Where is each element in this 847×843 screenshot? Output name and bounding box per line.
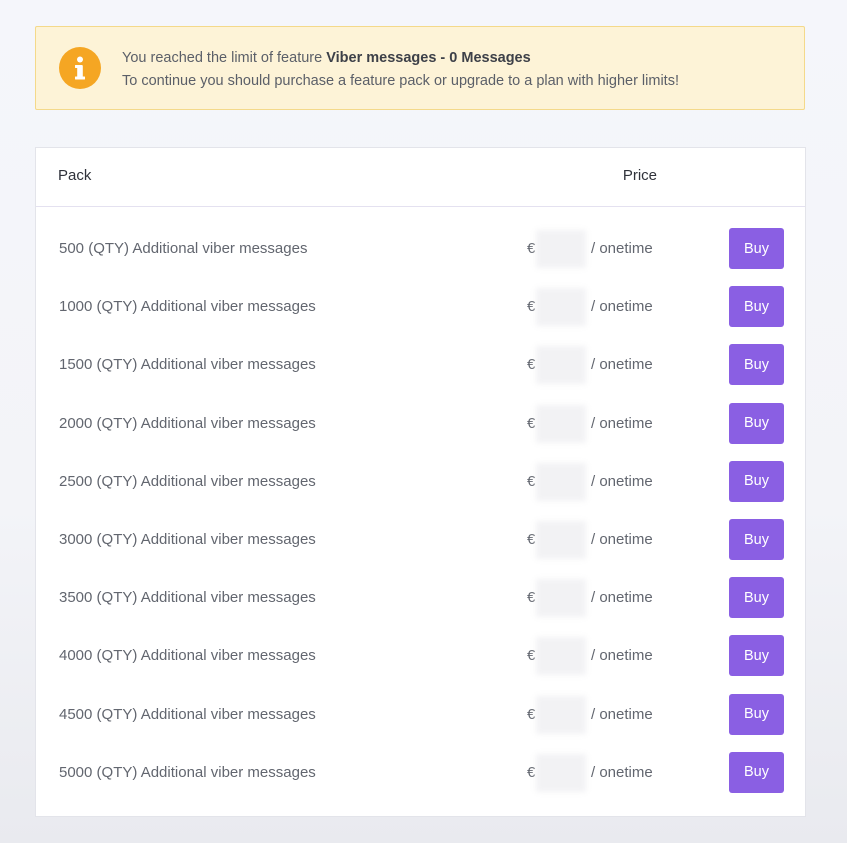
alert-line-1-prefix: You reached the limit of feature xyxy=(122,50,327,66)
price-amount-redacted xyxy=(536,753,586,792)
price-period: / onetime xyxy=(591,589,653,607)
table-row: 1500 (QTY) Additional viber messages € / o… xyxy=(36,336,805,394)
table-row: 2000 (QTY) Additional viber messages € / o… xyxy=(36,395,805,453)
alert-feature-name: Viber messages - 0 Messages xyxy=(326,50,531,66)
buy-button[interactable]: Buy xyxy=(729,460,784,502)
pack-name: 4500 (QTY) Additional viber messages xyxy=(59,705,316,723)
buy-button[interactable]: Buy xyxy=(729,519,784,560)
pack-name: 3500 (QTY) Additional viber messages xyxy=(59,589,316,607)
alert-line-1: You reached the limit of feature Viber m… xyxy=(122,47,679,70)
price-amount-redacted xyxy=(536,230,586,268)
pack-name: 4000 (QTY) Additional viber messages xyxy=(59,647,316,665)
pack-name: 1500 (QTY) Additional viber messages xyxy=(59,356,316,374)
buy-button[interactable]: Buy xyxy=(729,635,784,677)
price-period: / onetime xyxy=(591,298,653,316)
price-amount-redacted xyxy=(536,288,586,327)
alert-line-2: To continue you should purchase a featur… xyxy=(122,73,679,89)
table-row: 500 (QTY) Additional viber messages € / on… xyxy=(36,220,805,278)
buy-button[interactable]: Buy xyxy=(729,751,784,793)
pack-name: 5000 (QTY) Additional viber messages xyxy=(59,763,316,781)
price-period: / onetime xyxy=(591,763,653,781)
header-pack: Pack xyxy=(58,167,92,184)
table-row: 3000 (QTY) Additional viber messages € / o… xyxy=(36,511,805,569)
price-period: / onetime xyxy=(591,414,653,432)
price-currency: € xyxy=(527,763,536,781)
table-header: Pack Price xyxy=(36,148,805,207)
header-price: Price xyxy=(622,167,657,184)
table-row: 2500 (QTY) Additional viber messages € / o… xyxy=(36,453,805,511)
price-period: / onetime xyxy=(591,705,653,723)
price-currency: € xyxy=(527,589,536,607)
price-amount-redacted xyxy=(536,637,586,676)
price-currency: € xyxy=(527,705,536,723)
price-currency: € xyxy=(527,531,536,548)
buy-button[interactable]: Buy xyxy=(729,693,784,735)
feature-packs-table: Pack Price 500 (QTY) Additional viber me… xyxy=(35,147,806,817)
price-period: / onetime xyxy=(591,531,653,548)
price-currency: € xyxy=(527,472,536,490)
buy-button[interactable]: Buy xyxy=(729,228,784,269)
price-currency: € xyxy=(527,647,536,665)
price-amount-redacted xyxy=(536,404,586,443)
pack-name: 2500 (QTY) Additional viber messages xyxy=(59,472,316,490)
buy-button[interactable]: Buy xyxy=(729,286,784,328)
table-row: 5000 (QTY) Additional viber messages € / o… xyxy=(36,744,805,802)
table-row: 4500 (QTY) Additional viber messages € / o… xyxy=(36,686,805,744)
price-currency: € xyxy=(527,356,536,374)
price-period: / onetime xyxy=(591,647,653,665)
price-amount-redacted xyxy=(536,521,586,559)
limit-alert: You reached the limit of feature Viber m… xyxy=(35,26,805,110)
price-period: / onetime xyxy=(591,472,653,490)
price-period: / onetime xyxy=(591,356,653,374)
price-amount-redacted xyxy=(536,695,586,734)
buy-button[interactable]: Buy xyxy=(729,577,784,619)
price-amount-redacted xyxy=(536,462,586,501)
pack-name: 2000 (QTY) Additional viber messages xyxy=(59,414,316,432)
price-currency: € xyxy=(527,298,536,316)
pack-name: 3000 (QTY) Additional viber messages xyxy=(59,531,316,548)
price-period: / onetime xyxy=(591,240,653,257)
price-currency: € xyxy=(527,414,536,432)
price-amount-redacted xyxy=(536,346,586,385)
pack-name: 1000 (QTY) Additional viber messages xyxy=(59,298,316,316)
price-currency: € xyxy=(527,240,536,257)
pack-name: 500 (QTY) Additional viber messages xyxy=(59,240,308,257)
table-row: 1000 (QTY) Additional viber messages € / o… xyxy=(36,278,805,336)
buy-button[interactable]: Buy xyxy=(729,344,784,386)
table-row: 4000 (QTY) Additional viber messages € / o… xyxy=(36,627,805,685)
alert-message: You reached the limit of feature Viber m… xyxy=(122,47,679,93)
price-amount-redacted xyxy=(536,579,586,618)
buy-button[interactable]: Buy xyxy=(729,402,784,444)
table-row: 3500 (QTY) Additional viber messages € / o… xyxy=(36,569,805,627)
info-icon xyxy=(59,47,101,89)
